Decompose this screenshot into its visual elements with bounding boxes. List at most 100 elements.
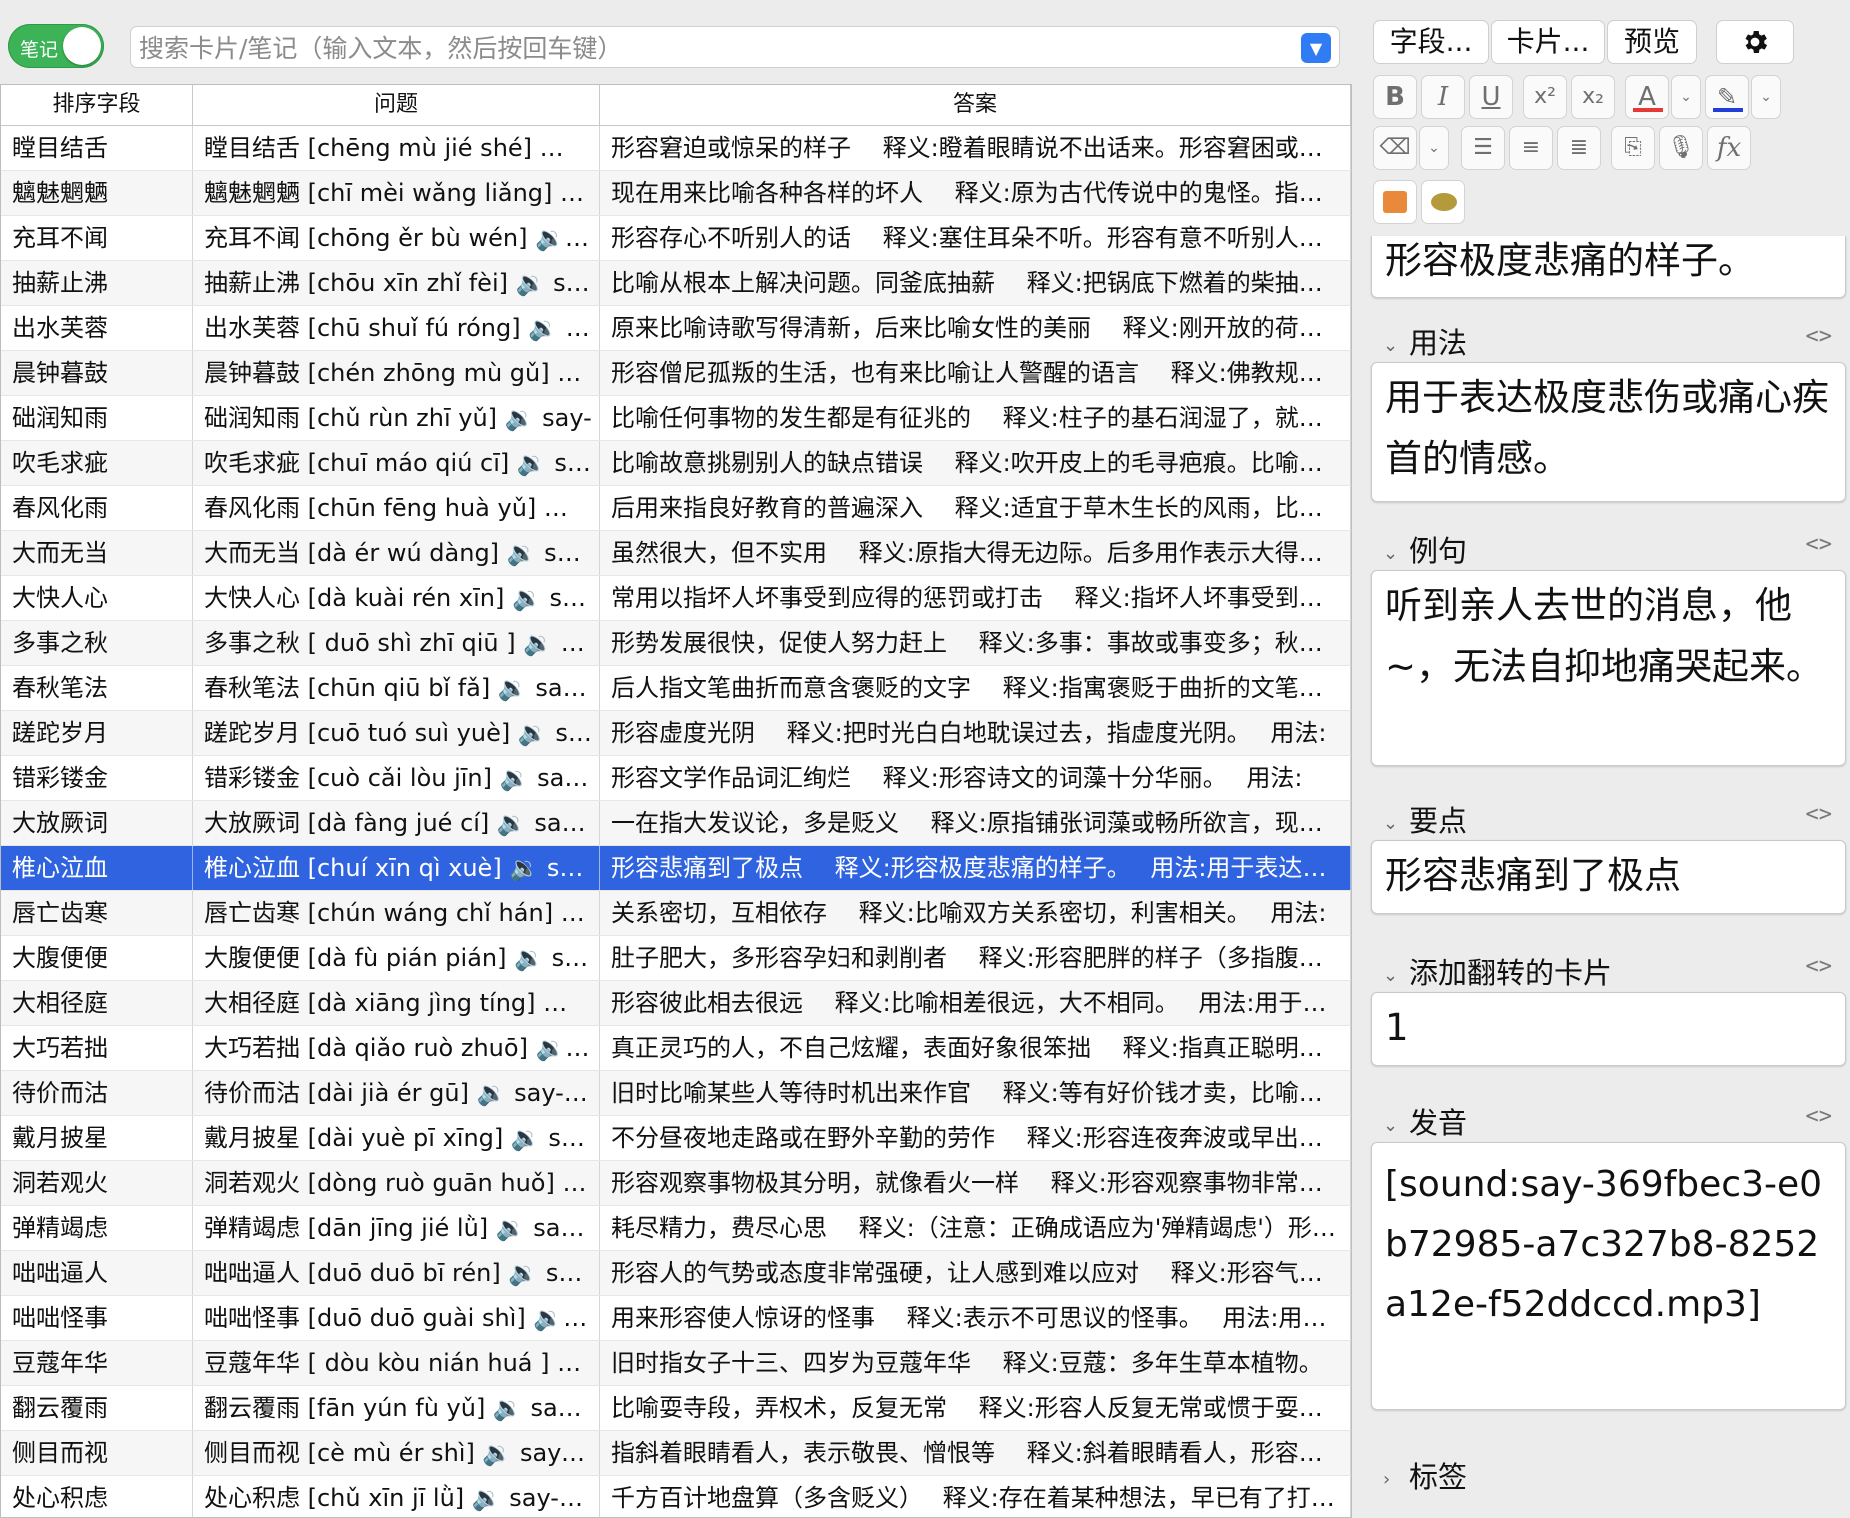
table-row[interactable]: 错彩镂金 错彩镂金 [cuò cǎi lòu jīn] 🔉 say-b 形容文学作品… xyxy=(1,756,1351,801)
preview-button[interactable]: 预览 xyxy=(1607,20,1697,64)
table-row[interactable]: 洞若观火洞若观火 [dòng ruò guān huǒ] 🔉 say-形容观察事… xyxy=(1,1161,1351,1206)
cell-answer: 指斜着眼睛看人，表示敬畏、憎恨等 释义:斜着眼睛看人，形容又怕又恨。 xyxy=(600,1431,1351,1475)
cell-sort-field: 础润知雨 xyxy=(1,396,193,440)
text-color-chevron-down-icon[interactable]: ⌄ xyxy=(1671,75,1701,119)
table-row[interactable]: 吹毛求疵 吹毛求疵 [chuī máo qiú cī] 🔉 say- 比喻故意挑剔别… xyxy=(1,441,1351,486)
table-row[interactable]: 大而无当 大而无当 [dà ér wú dàng] 🔉 say-f 虽然很大，但不实… xyxy=(1,531,1351,576)
table-row[interactable]: 晨钟暮鼓晨钟暮鼓 [chén zhōng mù gǔ] 🔉 say-形容僧尼孤叛… xyxy=(1,351,1351,396)
cell-answer: 比喻任何事物的发生都是有征兆的 释义:柱子的基石润湿了，就要下雨。 xyxy=(600,396,1351,440)
cell-question: 大快人心 [dà kuài rén xīn] 🔉 say- xyxy=(193,576,600,620)
tts-speaker-icon[interactable] xyxy=(1421,180,1465,224)
table-row[interactable]: 豆蔻年华豆蔻年华 [ dòu kòu nián huá ] 🔉 say-旧时指女… xyxy=(1,1341,1351,1386)
align-icon[interactable]: ≣ xyxy=(1557,126,1601,170)
underline-icon[interactable]: U xyxy=(1469,75,1513,119)
microphone-icon[interactable]: 🎙 xyxy=(1659,126,1703,170)
table-row[interactable]: 蹉跎岁月 蹉跎岁月 [cuō tuó suì yuè] 🔉 say- 形容虚度光阴 … xyxy=(1,711,1351,756)
cell-answer: 比喻故意挑剔别人的缺点错误 释义:吹开皮上的毛寻疤痕。比喻故意挑剔。 xyxy=(600,441,1351,485)
eraser-icon[interactable]: ⌫ xyxy=(1373,126,1417,170)
toggle-knob[interactable] xyxy=(63,27,101,65)
table-row[interactable]: 椎心泣血 椎心泣血 [chuí xīn qì xuè] 🔉 say- 形容悲痛到了极… xyxy=(1,846,1351,891)
field-label-usage[interactable]: ⌄ 用法 xyxy=(1383,320,1467,362)
top-bar: 笔记 ▼ xyxy=(0,0,1355,86)
chevron-right-icon[interactable]: › xyxy=(1383,1469,1409,1490)
html-editor-toggle-icon[interactable]: <> xyxy=(1806,1104,1833,1129)
table-row[interactable]: 大放厥词 大放厥词 [dà fàng jué cí] 🔉 say-5 一在指大发议论… xyxy=(1,801,1351,846)
cell-sort-field: 大相径庭 xyxy=(1,981,193,1025)
column-header-question[interactable]: 问题 xyxy=(193,85,600,125)
cell-sort-field: 唇亡齿寒 xyxy=(1,891,193,935)
cell-sort-field: 待价而沽 xyxy=(1,1071,193,1115)
field-definition-editor[interactable]: 形容极度悲痛的样子。 xyxy=(1371,236,1846,298)
settings-gear-icon[interactable] xyxy=(1716,20,1794,64)
table-row[interactable]: 翻云覆雨 翻云覆雨 [fān yún fù yǔ] 🔉 say-8 比喻耍寺段，弄权… xyxy=(1,1386,1351,1431)
field-label-pronunciation[interactable]: ⌄ 发音 xyxy=(1383,1100,1467,1142)
table-row[interactable]: 大巧若拙 大巧若拙 [dà qiǎo ruò zhuō] 🔉 say- 真正灵巧的人… xyxy=(1,1026,1351,1071)
search-history-chevron-icon[interactable]: ▼ xyxy=(1301,33,1331,63)
field-pronunciation-editor[interactable]: [sound:say-369fbec3-e0b72985-a7c327b8-82… xyxy=(1371,1142,1846,1410)
field-example-editor[interactable]: 听到亲人去世的消息，他~，无法自抑地痛哭起来。 xyxy=(1371,570,1846,766)
table-row[interactable]: 戴月披星 戴月披星 [dài yuè pī xīng] 🔉 say- 不分昼夜地走路… xyxy=(1,1116,1351,1161)
column-header-sort-field[interactable]: 排序字段 xyxy=(1,85,193,125)
italic-icon[interactable]: I xyxy=(1421,75,1465,119)
table-row[interactable]: 待价而沽 待价而沽 [dài jià ér gū] 🔉 say-48 旧时比喻某些人… xyxy=(1,1071,1351,1116)
cards-button[interactable]: 卡片... xyxy=(1491,20,1605,64)
table-row[interactable]: 多事之秋 多事之秋 [ duō shì zhī qiū ] 🔉 say- 形势发展很… xyxy=(1,621,1351,666)
table-row[interactable]: 瞠目结舌 瞠目结舌 [chēng mù jié shé] 🔉 say- 形容窘迫或惊… xyxy=(1,126,1351,171)
table-row[interactable]: 春风化雨 春风化雨 [chūn fēng huà yǔ] 🔉 say- 后用来指良好… xyxy=(1,486,1351,531)
eraser-chevron-down-icon[interactable]: ⌄ xyxy=(1419,126,1449,170)
column-header-answer[interactable]: 答案 xyxy=(600,85,1351,125)
html-editor-toggle-icon[interactable]: <> xyxy=(1806,802,1833,827)
field-add-reverse-editor[interactable]: 1 xyxy=(1371,992,1846,1066)
field-usage-editor[interactable]: 用于表达极度悲伤或痛心疾首的情感。 xyxy=(1371,362,1846,502)
field-keypoint-value: 形容悲痛到了极点 xyxy=(1385,854,1681,897)
table-row[interactable]: 大快人心 大快人心 [dà kuài rén xīn] 🔉 say- 常用以指坏人坏… xyxy=(1,576,1351,621)
chevron-down-icon[interactable]: ⌄ xyxy=(1383,543,1409,564)
fields-button[interactable]: 字段... xyxy=(1373,20,1489,64)
bold-icon[interactable]: B xyxy=(1373,75,1417,119)
highlight-chevron-down-icon[interactable]: ⌄ xyxy=(1751,75,1781,119)
table-row[interactable]: 充耳不闻 充耳不闻 [chōng ěr bù wén] 🔉 say- 形容存心不听别… xyxy=(1,216,1351,261)
cell-answer: 千方百计地盘算（多含贬义） 释义:存在着某种想法，早已有了打算。 xyxy=(600,1476,1351,1517)
table-row[interactable]: 唇亡齿寒唇亡齿寒 [chún wáng chǐ hán] 🔉 say-关系密切，… xyxy=(1,891,1351,936)
table-row[interactable]: 弹精竭虑 弹精竭虑 [dān jīng jié lǜ] 🔉 say-9 耗尽精力，费… xyxy=(1,1206,1351,1251)
table-row[interactable]: 抽薪止沸 抽薪止沸 [chōu xīn zhǐ fèi] 🔉 say- 比喻从根本上… xyxy=(1,261,1351,306)
cell-question: 多事之秋 [ duō shì zhī qiū ] 🔉 say- xyxy=(193,621,600,665)
html-editor-toggle-icon[interactable]: <> xyxy=(1806,324,1833,349)
search-box[interactable]: ▼ xyxy=(130,26,1340,68)
table-row[interactable]: 础润知雨 础润知雨 [chǔ rùn zhī yǔ] 🔉 say- 比喻任何事物的发… xyxy=(1,396,1351,441)
paperclip-icon[interactable]: ⎘ xyxy=(1611,126,1655,170)
table-row[interactable]: 大腹便便 大腹便便 [dà fù pián pián] 🔉 say- 肚子肥大，多形… xyxy=(1,936,1351,981)
chevron-down-icon[interactable]: ⌄ xyxy=(1383,813,1409,834)
html-editor-toggle-icon[interactable]: <> xyxy=(1806,954,1833,979)
table-row[interactable]: 处心积虑 处心积虑 [chǔ xīn jī lǜ] 🔉 say-ebf 千方百计地盘… xyxy=(1,1476,1351,1517)
html-editor-toggle-icon[interactable]: <> xyxy=(1806,532,1833,557)
field-label-tags[interactable]: › 标签 xyxy=(1383,1454,1467,1496)
field-label-keypoint[interactable]: ⌄ 要点 xyxy=(1383,798,1467,840)
field-label-add-reverse[interactable]: ⌄ 添加翻转的卡片 xyxy=(1383,950,1612,992)
superscript-icon[interactable]: x² xyxy=(1523,75,1567,119)
formula-icon[interactable]: fx xyxy=(1707,126,1751,170)
highlight-icon[interactable]: ✎ xyxy=(1705,75,1749,119)
table-row[interactable]: 春秋笔法 春秋笔法 [chūn qiū bǐ fǎ] 🔉 say-3 后人指文笔曲折… xyxy=(1,666,1351,711)
chevron-down-icon[interactable]: ⌄ xyxy=(1383,965,1409,986)
table-row[interactable]: 咄咄怪事 咄咄怪事 [duō duō guài shì] 🔉 say- 用来形容使人… xyxy=(1,1296,1351,1341)
field-label-example[interactable]: ⌄ 例句 xyxy=(1383,528,1467,570)
bullet-list-icon[interactable]: ☰ xyxy=(1461,126,1505,170)
subscript-icon[interactable]: x₂ xyxy=(1571,75,1615,119)
chevron-down-icon[interactable]: ⌄ xyxy=(1383,335,1409,356)
image-occlusion-icon[interactable] xyxy=(1373,180,1417,224)
cell-question: 春风化雨 [chūn fēng huà yǔ] 🔉 say- xyxy=(193,486,600,530)
numbered-list-icon[interactable]: ≡ xyxy=(1509,126,1553,170)
table-row[interactable]: 侧目而视 侧目而视 [cè mù ér shì] 🔉 say-24 指斜着眼睛看人，… xyxy=(1,1431,1351,1476)
search-input[interactable] xyxy=(137,30,1281,66)
table-row[interactable]: 咄咄逼人 咄咄逼人 [duō duō bī rén] 🔉 say- 形容人的气势或态… xyxy=(1,1251,1351,1296)
table-row[interactable]: 出水芙蓉 出水芙蓉 [chū shuǐ fú róng] 🔉 say- 原来比喻诗歌… xyxy=(1,306,1351,351)
chevron-down-icon[interactable]: ⌄ xyxy=(1383,1115,1409,1136)
text-color-icon[interactable]: A xyxy=(1625,75,1669,119)
table-row[interactable]: 魑魅魍魉魑魅魍魉 [chī mèi wǎng liǎng] 🔉 say-现在用来… xyxy=(1,171,1351,216)
notes-cards-toggle[interactable]: 笔记 xyxy=(8,24,104,68)
gear-icon xyxy=(1745,31,1768,53)
field-keypoint-editor[interactable]: 形容悲痛到了极点 xyxy=(1371,840,1846,914)
table-row[interactable]: 大相径庭 大相径庭 [dà xiāng jìng tíng] 🔉 say- 形容彼此… xyxy=(1,981,1351,1026)
cell-answer: 形容存心不听别人的话 释义:塞住耳朵不听。形容有意不听别人的意见。 xyxy=(600,216,1351,260)
